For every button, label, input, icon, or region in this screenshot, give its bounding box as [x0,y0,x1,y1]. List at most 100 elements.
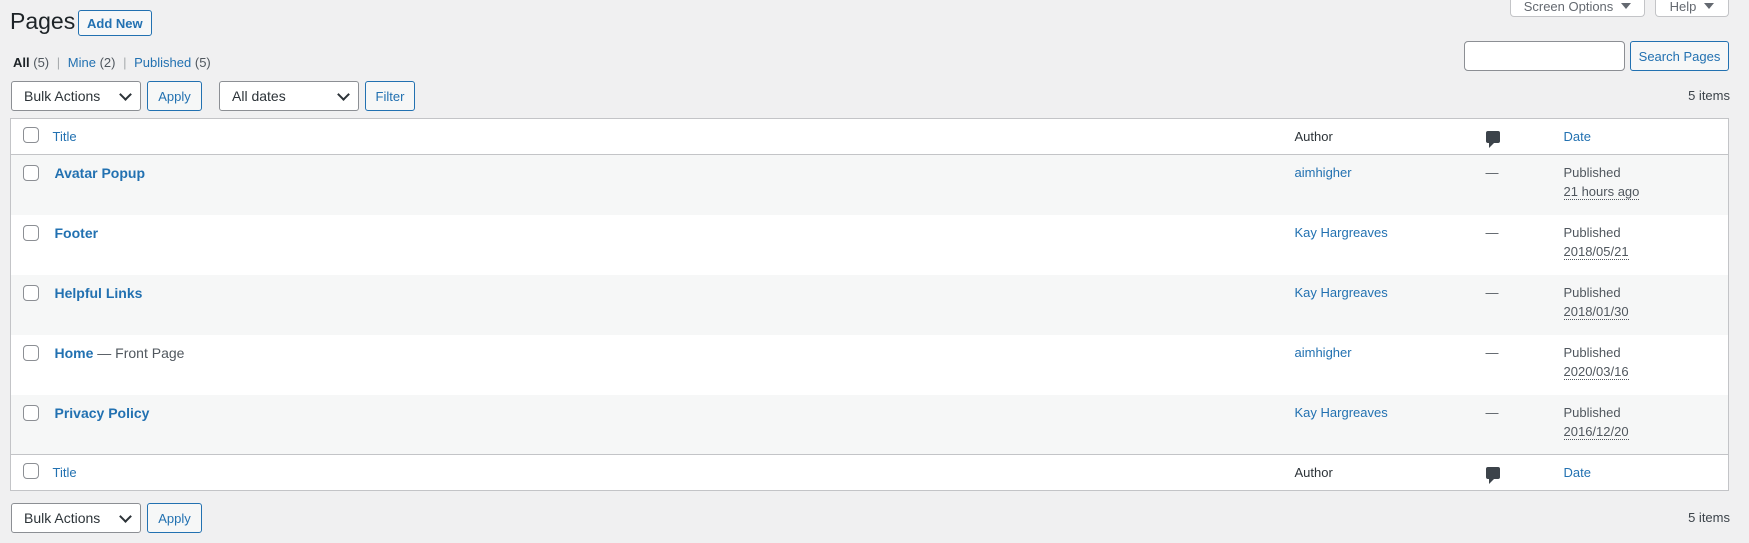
view-all-count: (5) [33,55,50,70]
row-checkbox[interactable] [23,344,39,361]
sort-title-link[interactable]: Title [53,465,77,480]
author-column-header: Author [1293,118,1477,155]
help-label: Help [1669,0,1697,14]
select-all-checkbox[interactable] [23,463,39,479]
row-checkbox-cell [11,215,53,275]
date-value: 2018/01/30 [1563,303,1629,320]
bulk-actions-select-bottom[interactable]: Bulk Actions [11,503,141,533]
row-title-link[interactable]: Avatar Popup [55,165,146,181]
chevron-down-icon [119,510,132,523]
search-pages-button[interactable]: Search Pages [1630,41,1729,71]
author-link[interactable]: aimhigher [1295,165,1352,180]
date-status: Published [1563,224,1621,240]
select-all-checkbox[interactable] [23,127,39,143]
comment-icon [1485,467,1500,484]
view-all-link[interactable]: All [13,55,30,70]
author-link[interactable]: Kay Hargreaves [1295,285,1388,300]
row-comments-cell: — [1477,215,1563,275]
table-header-row: Title Author Date [10,118,1729,155]
author-column-footer: Author [1293,454,1477,491]
caret-down-icon [1621,3,1632,9]
date-filter-select[interactable]: All dates [219,81,359,111]
select-all-cell [10,454,53,491]
row-author-cell: Kay Hargreaves [1293,394,1477,455]
date-value: 2016/12/20 [1563,423,1629,440]
row-author-cell: aimhigher [1294,335,1477,395]
row-title-link[interactable]: Home [55,345,94,361]
sort-title-link[interactable]: Title [53,129,77,144]
post-state: — Front Page [93,344,185,361]
row-date-cell: Published 2020/03/16 [1563,335,1729,395]
row-title-cell: Helpful Links [52,274,1294,335]
author-link[interactable]: Kay Hargreaves [1295,405,1388,420]
row-comments-cell: — [1476,154,1563,215]
screen-options-label: Screen Options [1523,0,1614,14]
row-title-link[interactable]: Helpful Links [55,285,143,301]
sort-date-link[interactable]: Date [1564,465,1591,480]
table-row: Avatar Popup aimhigher — Published 21 hou… [10,154,1729,215]
row-title-cell: Home — Front Page [53,335,1294,395]
row-checkbox-cell [10,274,53,335]
row-author-cell: Kay Hargreaves [1294,215,1477,275]
row-checkbox-cell [10,394,53,455]
comment-icon [1485,131,1500,148]
chevron-down-icon [119,88,132,101]
row-checkbox[interactable] [23,165,39,181]
bulk-actions-select[interactable]: Bulk Actions [11,81,141,111]
date-value: 2018/05/21 [1563,243,1629,260]
view-mine-count: (2) [99,55,116,70]
table-row: Home — Front Page aimhigher — Published 2… [11,335,1729,395]
select-all-cell [10,118,53,155]
row-author-cell: aimhigher [1293,154,1477,215]
row-title-link[interactable]: Privacy Policy [55,405,150,421]
comments-column-header [1476,118,1563,155]
row-comments-cell: — [1476,274,1563,335]
view-published-link[interactable]: Published [134,55,191,70]
row-date-cell: Published 21 hours ago [1562,154,1729,215]
search-input[interactable] [1464,41,1625,71]
help-button[interactable]: Help [1655,0,1729,17]
sort-date-link[interactable]: Date [1564,129,1591,144]
author-link[interactable]: aimhigher [1295,345,1352,360]
row-comments-cell: — [1476,394,1563,455]
comments-column-footer [1476,454,1563,491]
row-comments-cell: — [1477,335,1563,395]
bulk-actions-value: Bulk Actions [24,88,101,104]
no-comments: — [1485,344,1499,360]
caret-down-icon [1704,3,1715,9]
view-separator: | [56,55,61,70]
row-checkbox-cell [11,335,53,395]
date-status: Published [1563,344,1621,360]
add-new-button[interactable]: Add New [78,10,152,36]
page-title: Pages [10,8,76,34]
pages-table: Title Author Date Avatar Popup aimhigher… [10,118,1729,491]
row-checkbox[interactable] [23,224,39,241]
no-comments: — [1485,224,1499,240]
row-title-cell: Privacy Policy [52,394,1294,455]
author-link[interactable]: Kay Hargreaves [1295,225,1388,240]
table-row: Privacy Policy Kay Hargreaves — Publishe… [10,394,1729,455]
title-column-footer: Title [52,454,1294,491]
screen-options-button[interactable]: Screen Options [1510,0,1645,17]
row-date-cell: Published 2018/05/21 [1563,215,1729,275]
row-checkbox[interactable] [23,284,39,301]
items-count: 5 items [1688,88,1730,103]
no-comments: — [1485,404,1499,420]
date-column-footer: Date [1562,454,1729,491]
row-author-cell: Kay Hargreaves [1293,274,1477,335]
apply-button-bottom[interactable]: Apply [147,503,202,533]
table-row: Footer Kay Hargreaves — Published 2018/05… [11,215,1729,275]
table-footer-row: Title Author Date [10,454,1729,491]
view-published-count: (5) [194,55,211,70]
row-title-cell: Avatar Popup [52,154,1294,215]
apply-button[interactable]: Apply [147,81,202,111]
filter-button[interactable]: Filter [365,81,415,111]
bulk-actions-value: Bulk Actions [24,510,101,526]
date-status: Published [1563,404,1621,420]
view-mine-link[interactable]: Mine [68,55,96,70]
no-comments: — [1485,165,1499,180]
date-value: 2020/03/16 [1563,363,1629,380]
row-checkbox[interactable] [23,404,39,421]
date-status: Published [1563,284,1621,300]
row-title-link[interactable]: Footer [55,225,99,241]
